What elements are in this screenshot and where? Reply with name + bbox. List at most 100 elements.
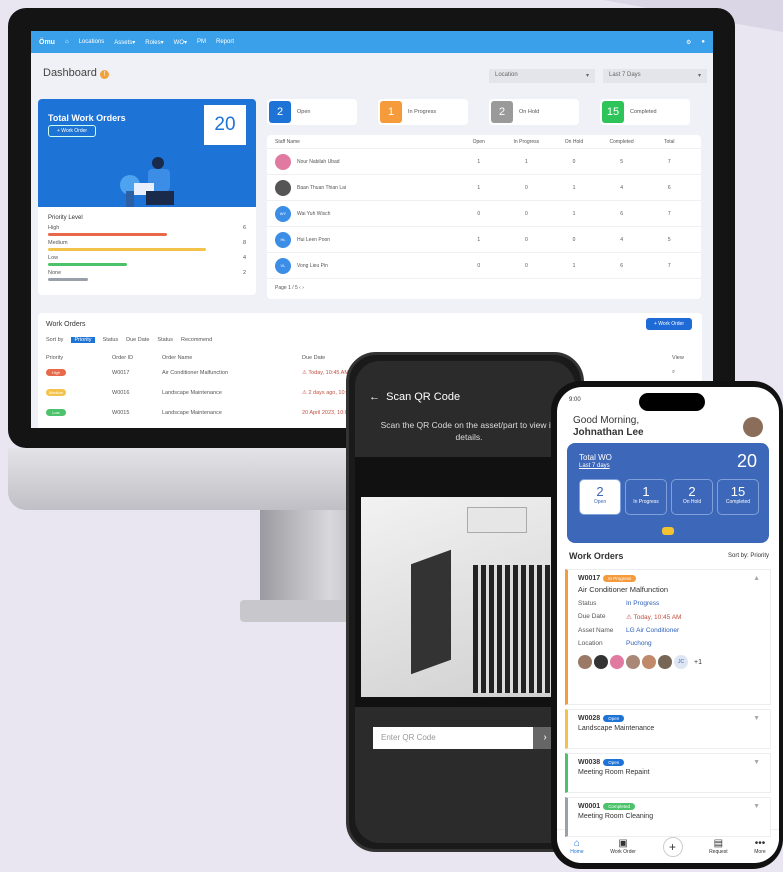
table-row[interactable]: HL Hui Leen Poon 1 0 0 4 5	[267, 227, 701, 253]
avatar: VL	[275, 257, 291, 274]
staff-value: 4	[620, 236, 623, 243]
status-badge: Open	[603, 715, 625, 722]
back-arrow-icon[interactable]: ←	[369, 391, 380, 403]
total-title: Total Work Orders	[48, 113, 126, 123]
staff-value: 1	[572, 262, 576, 269]
priority-bar	[48, 248, 207, 251]
wo-card[interactable]: W0001 Completed ▼ Meeting Room Cleaning	[565, 797, 771, 837]
staff-value: 7	[667, 210, 671, 217]
staff-value: 5	[667, 236, 671, 243]
tab-more[interactable]: ••• More	[754, 838, 765, 855]
chevron-down-icon[interactable]: ▼	[753, 759, 760, 766]
mobile-stat-count: 15	[730, 484, 746, 499]
chevron-down-icon[interactable]: ▼	[753, 803, 760, 810]
staff-header: Staff Name Open In Progress On Hold Comp…	[267, 135, 701, 149]
priority-item: None 2	[48, 270, 246, 281]
nav-item-report[interactable]: Report	[216, 39, 234, 45]
location-select[interactable]: Location ▾	[489, 69, 595, 83]
nav-item-roles[interactable]: Roles▾	[145, 39, 163, 46]
staff-value: 6	[620, 210, 623, 217]
staff-value: 6	[620, 262, 623, 269]
wo-card[interactable]: W0028 Open ▼ Landscape Maintenance	[565, 709, 771, 749]
stat-count: 2	[491, 101, 513, 123]
filter-status-2[interactable]: Status	[157, 337, 173, 343]
tab-request[interactable]: ▤ Request	[709, 838, 728, 855]
total-wo-period[interactable]: Last 7 days	[579, 463, 610, 469]
mobile-stat[interactable]: 1 In Progress	[625, 479, 667, 515]
filter-priority[interactable]: Priority	[71, 337, 95, 343]
chevron-up-icon[interactable]: ▲	[753, 575, 760, 582]
total-wo-count: 20	[736, 451, 757, 471]
briefcase-icon: ▣	[618, 838, 628, 849]
settings-icon[interactable]: ⚙	[686, 39, 691, 46]
add-button[interactable]: +	[662, 836, 683, 857]
staff-value: 0	[572, 158, 576, 165]
view-icon[interactable]: ⌕	[672, 369, 675, 376]
table-row[interactable]: VL Vong Lieu Pin 0 0 1 6 7	[267, 253, 701, 279]
mobile-app-phone: 9:00 Good Morning, Johnathan Lee Total WO…	[551, 381, 783, 869]
home-icon: ⌂	[573, 838, 580, 849]
order-id: W0016	[112, 389, 130, 396]
staff-table: Staff Name Open In Progress On Hold Comp…	[267, 135, 701, 299]
sort-by-priority[interactable]: Sort by: Priority	[728, 553, 769, 559]
priority-pill: Low	[46, 409, 66, 416]
mobile-stat[interactable]: 15 Completed	[717, 479, 759, 515]
app-logo[interactable]: Ömu	[39, 39, 55, 46]
document-icon: ▤	[713, 838, 724, 849]
scan-header: ← Scan QR Code	[369, 391, 461, 403]
bell-icon[interactable]: ●	[701, 39, 705, 45]
table-row[interactable]: WY Wai Yuh Wisch 0 0 1 6 7	[267, 201, 701, 227]
filter-recommend[interactable]: Recommend	[181, 337, 212, 343]
nav-item-pm[interactable]: PM	[197, 39, 206, 45]
staff-value: 1	[572, 210, 576, 217]
nav-item-wo[interactable]: WO▾	[174, 39, 187, 46]
qr-code-input[interactable]: Enter QR Code	[373, 727, 533, 749]
mobile-stat[interactable]: 2 Open	[579, 479, 621, 515]
stat-card[interactable]: 1 In Progress	[378, 99, 468, 125]
priority-item: Low 4	[48, 255, 246, 266]
stat-count: 2	[269, 101, 291, 123]
staff-value: 5	[620, 158, 623, 165]
wo-name: Meeting Room Cleaning	[578, 813, 654, 820]
tab-home[interactable]: ⌂ Home	[570, 838, 583, 855]
more-icon: •••	[754, 838, 766, 849]
new-work-order-button[interactable]: + Work Order	[645, 318, 692, 330]
chevron-down-icon[interactable]	[662, 527, 674, 535]
stat-label: In Progress	[408, 109, 437, 115]
stat-card[interactable]: 2 Open	[267, 99, 357, 125]
mobile-stat-count: 2	[596, 484, 604, 499]
mobile-stat-label: In Progress	[633, 499, 659, 505]
staff-pager[interactable]: Page 1 / 5 ‹ ›	[267, 279, 701, 297]
page-title: Dashboard!	[43, 67, 109, 79]
wo-card[interactable]: W0038 Open ▼ Meeting Room Repaint	[565, 753, 771, 793]
order-name: Air Conditioner Malfunction	[162, 369, 229, 376]
table-row[interactable]: Nour Nabilah Ubad 1 1 0 5 7	[267, 149, 701, 175]
priority-label: High	[48, 225, 60, 231]
table-row[interactable]: Baan Thuan Thian Lai 1 0 1 4 6	[267, 175, 701, 201]
nav-item-assets[interactable]: Assets▾	[114, 39, 135, 46]
filter-status[interactable]: Status	[103, 337, 119, 343]
wo-name: Meeting Room Repaint	[578, 769, 650, 776]
stat-card[interactable]: 15 Completed	[600, 99, 690, 125]
priority-bar	[48, 278, 88, 281]
help-icon[interactable]: !	[99, 70, 109, 79]
chevron-down-icon[interactable]: ▼	[753, 715, 760, 722]
mobile-stat[interactable]: 2 On Hold	[671, 479, 713, 515]
period-select[interactable]: Last 7 Days ▾	[603, 69, 707, 83]
home-icon[interactable]: ⌂	[65, 39, 69, 45]
nav-item-locations[interactable]: Locations	[79, 39, 105, 45]
wo-card-expanded[interactable]: W0017 In Progress ▲ Air Conditioner Malfun…	[565, 569, 771, 705]
tab-work-order[interactable]: ▣ Work Order	[610, 838, 636, 855]
avatar[interactable]	[743, 417, 763, 437]
filter-due-date[interactable]: Due Date	[126, 337, 149, 343]
priority-label: Medium	[48, 240, 68, 246]
scanner-phone: ← Scan QR Code Scan the QR Code on the a…	[346, 352, 584, 852]
stat-card[interactable]: 2 On Hold	[489, 99, 579, 125]
staff-value: 0	[477, 262, 481, 269]
staff-value: 0	[524, 262, 528, 269]
staff-value: 0	[524, 184, 528, 191]
priority-count: 4	[242, 255, 246, 261]
camera-view	[355, 457, 575, 707]
add-work-order-button[interactable]: + Work Order	[48, 125, 97, 137]
priority-level: Priority Level High 6 Medium 8 Low 4 None 2	[38, 207, 256, 289]
